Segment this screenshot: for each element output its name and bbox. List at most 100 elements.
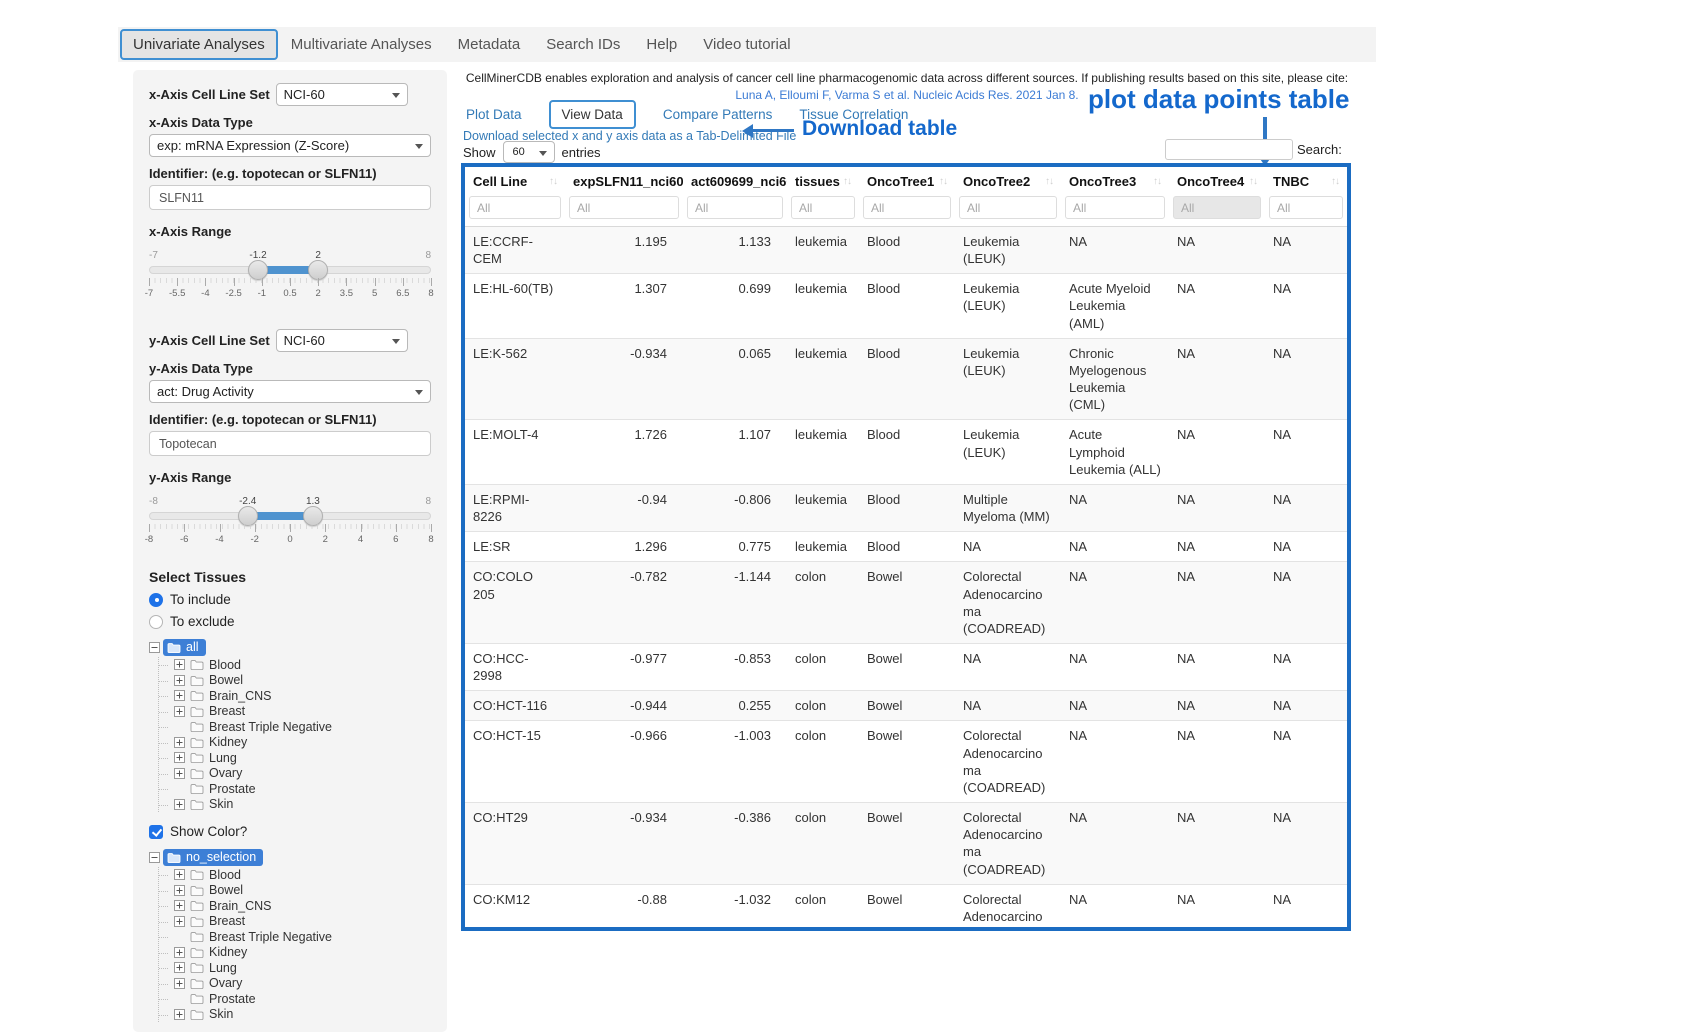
tree-item-breast-triple-negative[interactable]: Breast Triple Negative xyxy=(174,929,431,945)
tree-item-brain-cns[interactable]: Brain_CNS xyxy=(174,688,431,704)
tree-root-node-no-selection[interactable]: no_selection xyxy=(163,849,263,866)
nav-tab-univariate-analyses[interactable]: Univariate Analyses xyxy=(120,29,278,60)
column-filter-input[interactable] xyxy=(1269,196,1343,219)
tab-plot-data[interactable]: Plot Data xyxy=(466,107,522,122)
x-cell-line-set-select[interactable]: NCI-60 xyxy=(277,84,407,105)
expand-icon[interactable] xyxy=(174,768,185,779)
tree-item-brain-cns[interactable]: Brain_CNS xyxy=(174,898,431,914)
sort-icon[interactable]: ↑↓ xyxy=(1331,176,1339,187)
table-row[interactable]: LE:CCRF-CEM1.1951.133leukemiaBloodLeukem… xyxy=(465,227,1347,274)
table-row[interactable]: LE:SR1.2960.775leukemiaBloodNANANANA xyxy=(465,532,1347,562)
column-filter-input[interactable] xyxy=(959,196,1057,219)
slider-handle-from[interactable] xyxy=(238,506,258,526)
tree-item-lung[interactable]: Lung xyxy=(174,750,431,766)
tree-item-kidney[interactable]: Kidney xyxy=(174,945,431,961)
tree-item-bowel[interactable]: Bowel xyxy=(174,883,431,899)
tree-item-skin[interactable]: Skin xyxy=(174,1007,431,1023)
expand-icon[interactable] xyxy=(174,659,185,670)
entries-select[interactable]: 60 xyxy=(504,142,554,162)
expand-icon[interactable] xyxy=(174,900,185,911)
tree-item-prostate[interactable]: Prostate xyxy=(174,991,431,1007)
table-row[interactable]: LE:MOLT-41.7261.107leukemiaBloodLeukemia… xyxy=(465,420,1347,484)
column-filter-input[interactable] xyxy=(469,196,561,219)
expand-icon[interactable] xyxy=(174,978,185,989)
radio-to-exclude[interactable]: To exclude xyxy=(149,614,431,629)
radio-to-include[interactable]: To include xyxy=(149,592,431,607)
y-axis-range-slider[interactable]: -8 8 -2.4 1.3 -8-6-4-202468 xyxy=(149,499,431,549)
sort-icon[interactable]: ↑↓ xyxy=(549,176,557,187)
nav-tab-search-ids[interactable]: Search IDs xyxy=(533,29,633,60)
sort-icon[interactable]: ↑↓ xyxy=(1045,176,1053,187)
table-row[interactable]: LE:K-562-0.9340.065leukemiaBloodLeukemia… xyxy=(465,338,1347,420)
column-filter-input[interactable] xyxy=(863,196,951,219)
column-header-tnbc[interactable]: ↑↓TNBC xyxy=(1265,167,1347,194)
sort-icon[interactable]: ↑↓ xyxy=(1153,176,1161,187)
y-cell-line-set-select[interactable]: NCI-60 xyxy=(277,330,407,351)
expand-icon[interactable] xyxy=(174,962,185,973)
collapse-icon[interactable] xyxy=(149,852,160,863)
y-identifier-input[interactable] xyxy=(149,431,431,456)
nav-tab-video-tutorial[interactable]: Video tutorial xyxy=(690,29,803,60)
tree-item-bowel[interactable]: Bowel xyxy=(174,673,431,689)
tree-item-breast[interactable]: Breast xyxy=(174,914,431,930)
expand-icon[interactable] xyxy=(174,885,185,896)
collapse-icon[interactable] xyxy=(149,642,160,653)
expand-icon[interactable] xyxy=(174,947,185,958)
column-header-oncotree4[interactable]: ↑↓OncoTree4 xyxy=(1169,167,1265,194)
expand-icon[interactable] xyxy=(174,869,185,880)
table-row[interactable]: CO:HT29-0.934-0.386colonBowelColorectal … xyxy=(465,803,1347,885)
tree-item-ovary[interactable]: Ovary xyxy=(174,766,431,782)
column-header-oncotree3[interactable]: ↑↓OncoTree3 xyxy=(1061,167,1169,194)
radio-unselected-icon[interactable] xyxy=(149,615,163,629)
sort-icon[interactable]: ↑↓ xyxy=(1249,176,1257,187)
tree-item-breast[interactable]: Breast xyxy=(174,704,431,720)
table-row[interactable]: CO:COLO 205-0.782-1.144colonBowelColorec… xyxy=(465,562,1347,644)
show-color-row[interactable]: Show Color? xyxy=(149,824,431,839)
expand-icon[interactable] xyxy=(174,1009,185,1020)
slider-handle-to[interactable] xyxy=(303,506,323,526)
column-filter-input[interactable] xyxy=(1065,196,1165,219)
tree-item-blood[interactable]: Blood xyxy=(174,657,431,673)
column-header-tissues[interactable]: ↑↓tissues xyxy=(787,167,859,194)
column-filter-input[interactable] xyxy=(791,196,855,219)
column-header-oncotree2[interactable]: ↑↓OncoTree2 xyxy=(955,167,1061,194)
expand-icon[interactable] xyxy=(174,706,185,717)
column-filter-input[interactable] xyxy=(1173,196,1261,219)
expand-icon[interactable] xyxy=(174,916,185,927)
sort-icon[interactable]: ↑↓ xyxy=(939,176,947,187)
search-input[interactable] xyxy=(1165,139,1293,160)
table-row[interactable]: CO:HCT-116-0.9440.255colonBowelNANANANA xyxy=(465,691,1347,721)
slider-handle-to[interactable] xyxy=(308,260,328,280)
tree-item-kidney[interactable]: Kidney xyxy=(174,735,431,751)
table-row[interactable]: CO:HCC-2998-0.977-0.853colonBowelNANANAN… xyxy=(465,643,1347,690)
tab-view-data[interactable]: View Data xyxy=(549,100,636,129)
column-header-oncotree1[interactable]: ↑↓OncoTree1 xyxy=(859,167,955,194)
tree-item-lung[interactable]: Lung xyxy=(174,960,431,976)
expand-icon[interactable] xyxy=(174,752,185,763)
y-data-type-select[interactable]: act: Drug Activity xyxy=(150,381,430,402)
expand-icon[interactable] xyxy=(174,799,185,810)
x-data-type-select[interactable]: exp: mRNA Expression (Z-Score) xyxy=(150,135,430,156)
column-header-act609699-nci60[interactable]: ↑↓act609699_nci60 xyxy=(683,167,787,194)
x-identifier-input[interactable] xyxy=(149,185,431,210)
tree-root-node-all[interactable]: all xyxy=(163,639,206,656)
tree-item-blood[interactable]: Blood xyxy=(174,867,431,883)
table-row[interactable]: CO:HCT-15-0.966-1.003colonBowelColorecta… xyxy=(465,721,1347,803)
x-axis-range-slider[interactable]: -7 8 -1.2 2 -7-5.5-4-2.5-10.523.556.58 xyxy=(149,253,431,303)
tree-item-breast-triple-negative[interactable]: Breast Triple Negative xyxy=(174,719,431,735)
table-row[interactable]: LE:HL-60(TB)1.3070.699leukemiaBloodLeuke… xyxy=(465,274,1347,338)
tree-item-prostate[interactable]: Prostate xyxy=(174,781,431,797)
column-header-expslfn11-nci60[interactable]: ↑↓expSLFN11_nci60 xyxy=(565,167,683,194)
show-color-checkbox[interactable] xyxy=(149,825,163,839)
nav-tab-multivariate-analyses[interactable]: Multivariate Analyses xyxy=(278,29,445,60)
nav-tab-help[interactable]: Help xyxy=(633,29,690,60)
table-row[interactable]: CO:KM12-0.88-1.032colonBowelColorectal A… xyxy=(465,884,1347,931)
table-row[interactable]: LE:RPMI-8226-0.94-0.806leukemiaBloodMult… xyxy=(465,484,1347,531)
column-filter-input[interactable] xyxy=(687,196,783,219)
expand-icon[interactable] xyxy=(174,737,185,748)
tree-item-skin[interactable]: Skin xyxy=(174,797,431,813)
column-filter-input[interactable] xyxy=(569,196,679,219)
expand-icon[interactable] xyxy=(174,675,185,686)
radio-selected-icon[interactable] xyxy=(149,593,163,607)
tree-item-ovary[interactable]: Ovary xyxy=(174,976,431,992)
